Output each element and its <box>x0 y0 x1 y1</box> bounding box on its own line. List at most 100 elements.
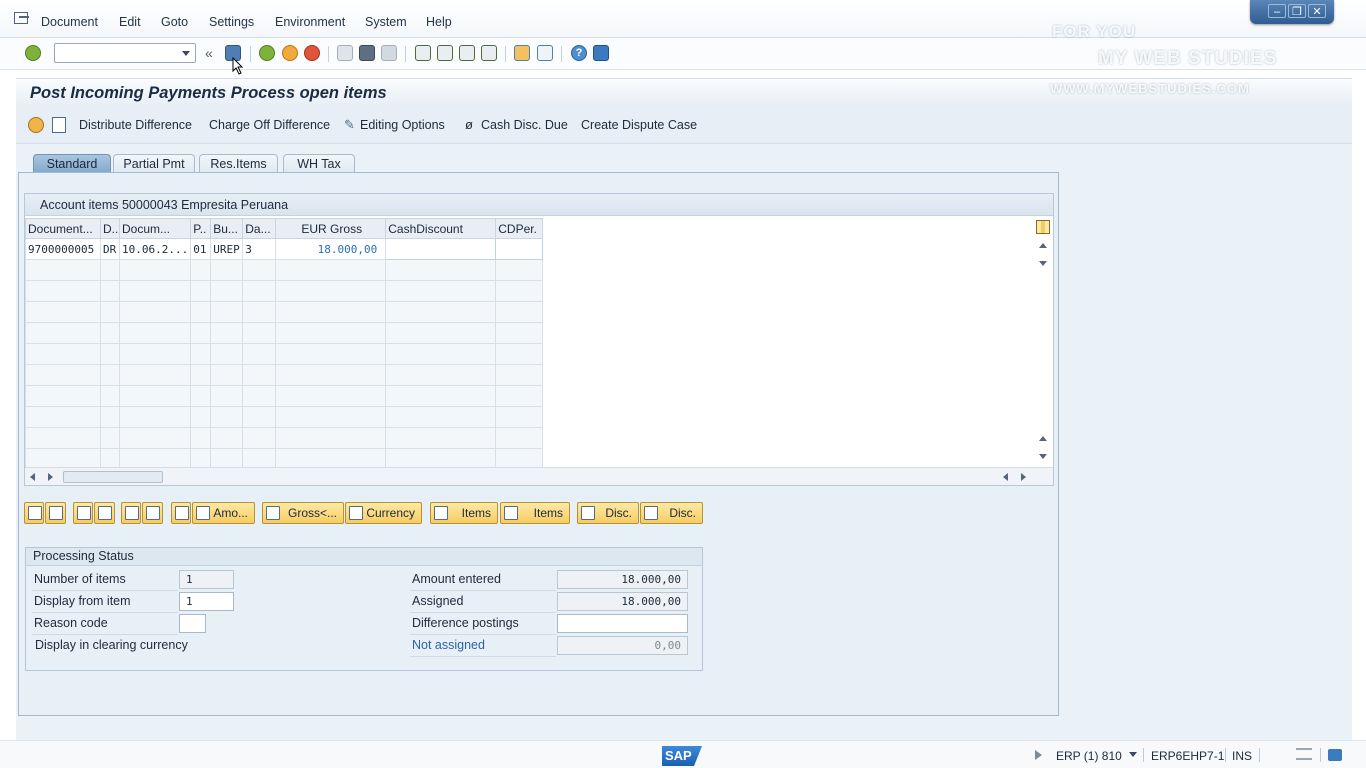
deactivate-items-button[interactable]: Items <box>500 502 570 524</box>
column-header[interactable]: CDPer. <box>495 218 544 239</box>
back-icon[interactable] <box>259 45 275 61</box>
difference-postings-input[interactable] <box>557 614 688 633</box>
column-header[interactable]: Da... <box>242 218 277 239</box>
binoculars-icon <box>175 506 189 520</box>
create-session-icon[interactable] <box>514 45 530 61</box>
table-cell[interactable]: 10.06.2... <box>118 238 192 260</box>
cd-percent-input[interactable] <box>495 238 544 260</box>
system-menu-icon[interactable] <box>14 12 29 24</box>
message-icon[interactable] <box>1296 748 1312 760</box>
create-dispute-case-button[interactable]: Create Dispute Case <box>581 118 697 132</box>
column-header[interactable]: CashDiscount <box>385 218 497 239</box>
currency-button[interactable]: Currency <box>345 502 422 524</box>
details-button[interactable] <box>24 502 44 524</box>
scroll-down-icon[interactable] <box>1039 261 1047 266</box>
select-all-button[interactable] <box>45 502 66 524</box>
cash-disc-due-button[interactable]: Cash Disc. Due <box>481 118 568 132</box>
edit-document-icon[interactable] <box>52 117 66 133</box>
column-header[interactable]: Bu... <box>210 218 244 239</box>
collapse-icon[interactable]: « <box>205 45 217 61</box>
deactivate-disc-button[interactable]: Disc. <box>640 502 703 524</box>
filter-button[interactable] <box>142 502 163 524</box>
restore-icon[interactable]: ❐ <box>1288 4 1306 18</box>
menu-goto[interactable]: Goto <box>161 15 188 29</box>
column-header[interactable]: EUR Gross <box>275 218 387 239</box>
find-button[interactable] <box>171 502 191 524</box>
sum-button[interactable] <box>121 502 141 524</box>
menu-environment[interactable]: Environment <box>275 15 345 29</box>
amount-button[interactable]: Amo... <box>192 502 255 524</box>
display-clearing-currency-checkbox[interactable]: Display in clearing currency <box>35 638 188 652</box>
lock-icon[interactable] <box>1328 749 1342 761</box>
scroll-down-icon[interactable] <box>1039 454 1047 459</box>
person-icon[interactable] <box>28 117 44 133</box>
tab-wh-tax[interactable]: WH Tax <box>283 154 355 174</box>
tab-partial-pmt[interactable]: Partial Pmt <box>113 154 195 174</box>
disc-button-label: Disc. <box>669 506 696 520</box>
exit-icon[interactable] <box>282 45 298 61</box>
scroll-right-icon[interactable] <box>1021 473 1026 481</box>
number-of-items-field: 1 <box>179 570 234 589</box>
activate-disc-button[interactable]: Disc. <box>577 502 639 524</box>
tab-res-items[interactable]: Res.Items <box>199 154 278 174</box>
last-page-icon[interactable] <box>481 45 497 61</box>
watermark-line1: FOR YOU <box>1052 22 1137 41</box>
chevron-down-icon[interactable] <box>182 51 190 56</box>
table-row <box>25 259 544 281</box>
reason-code-input[interactable] <box>179 614 206 633</box>
distribute-difference-button[interactable]: Distribute Difference <box>79 118 192 132</box>
items-button-label: Items <box>533 506 563 520</box>
menu-document[interactable]: Document <box>41 15 98 29</box>
activate-items-button[interactable]: Items <box>430 502 498 524</box>
previous-page-icon[interactable] <box>437 45 453 61</box>
sort-desc-button[interactable] <box>94 502 115 524</box>
sort-asc-button[interactable] <box>73 502 93 524</box>
help-icon[interactable]: ? <box>571 45 587 61</box>
play-icon[interactable] <box>1035 750 1042 760</box>
menu-help[interactable]: Help <box>426 15 452 29</box>
table-row[interactable]: 9700000005 DR 10.06.2... 01 UREP 3 18.00… <box>25 238 544 260</box>
tab-standard[interactable]: Standard <box>33 154 111 174</box>
column-header[interactable]: Docum... <box>118 218 192 239</box>
charge-off-difference-button[interactable]: Charge Off Difference <box>209 118 330 132</box>
next-page-icon[interactable] <box>459 45 475 61</box>
display-from-item-input[interactable]: 1 <box>179 592 234 611</box>
customize-layout-icon[interactable] <box>593 45 609 61</box>
scroll-left-icon[interactable] <box>1003 473 1008 481</box>
scroll-right-icon[interactable] <box>48 473 53 481</box>
first-page-icon[interactable] <box>415 45 431 61</box>
print-icon[interactable] <box>337 45 353 61</box>
shortcut-icon[interactable] <box>537 45 553 61</box>
cancel-icon[interactable] <box>304 45 320 61</box>
scroll-left-icon[interactable] <box>30 473 35 481</box>
scroll-up-icon[interactable] <box>1039 436 1047 441</box>
table-cell[interactable]: 3 <box>242 238 277 260</box>
table-cell[interactable]: UREP <box>210 238 244 260</box>
find-next-icon[interactable] <box>381 45 397 61</box>
server-info: ERP6EHP7-1 <box>1151 749 1225 763</box>
menu-edit[interactable]: Edit <box>119 15 141 29</box>
minimize-icon[interactable]: – <box>1268 4 1286 18</box>
command-field[interactable] <box>54 43 196 63</box>
column-settings-icon[interactable] <box>1036 220 1050 234</box>
column-header[interactable]: D.. <box>100 218 120 239</box>
menu-system[interactable]: System <box>365 15 407 29</box>
menu-settings[interactable]: Settings <box>209 15 254 29</box>
table-cell[interactable]: 18.000,00 <box>275 238 387 260</box>
horizontal-scrollbar[interactable] <box>25 467 1053 485</box>
mouse-cursor-icon <box>232 57 244 75</box>
scroll-thumb[interactable] <box>63 471 163 483</box>
scroll-up-icon[interactable] <box>1039 243 1047 248</box>
table-cell[interactable]: 01 <box>190 238 212 260</box>
cash-discount-input[interactable] <box>385 238 497 260</box>
chevron-down-icon[interactable] <box>1129 752 1137 757</box>
find-icon[interactable] <box>359 45 375 61</box>
enter-icon[interactable] <box>25 45 41 61</box>
close-icon[interactable]: ✕ <box>1308 4 1326 18</box>
editing-options-button[interactable]: Editing Options <box>360 118 445 132</box>
table-cell[interactable]: DR <box>100 238 120 260</box>
column-header[interactable]: Document... <box>25 218 101 239</box>
column-header[interactable]: P.. <box>190 218 212 239</box>
gross-button[interactable]: Gross<... <box>262 502 344 524</box>
table-cell[interactable]: 9700000005 <box>25 238 101 260</box>
